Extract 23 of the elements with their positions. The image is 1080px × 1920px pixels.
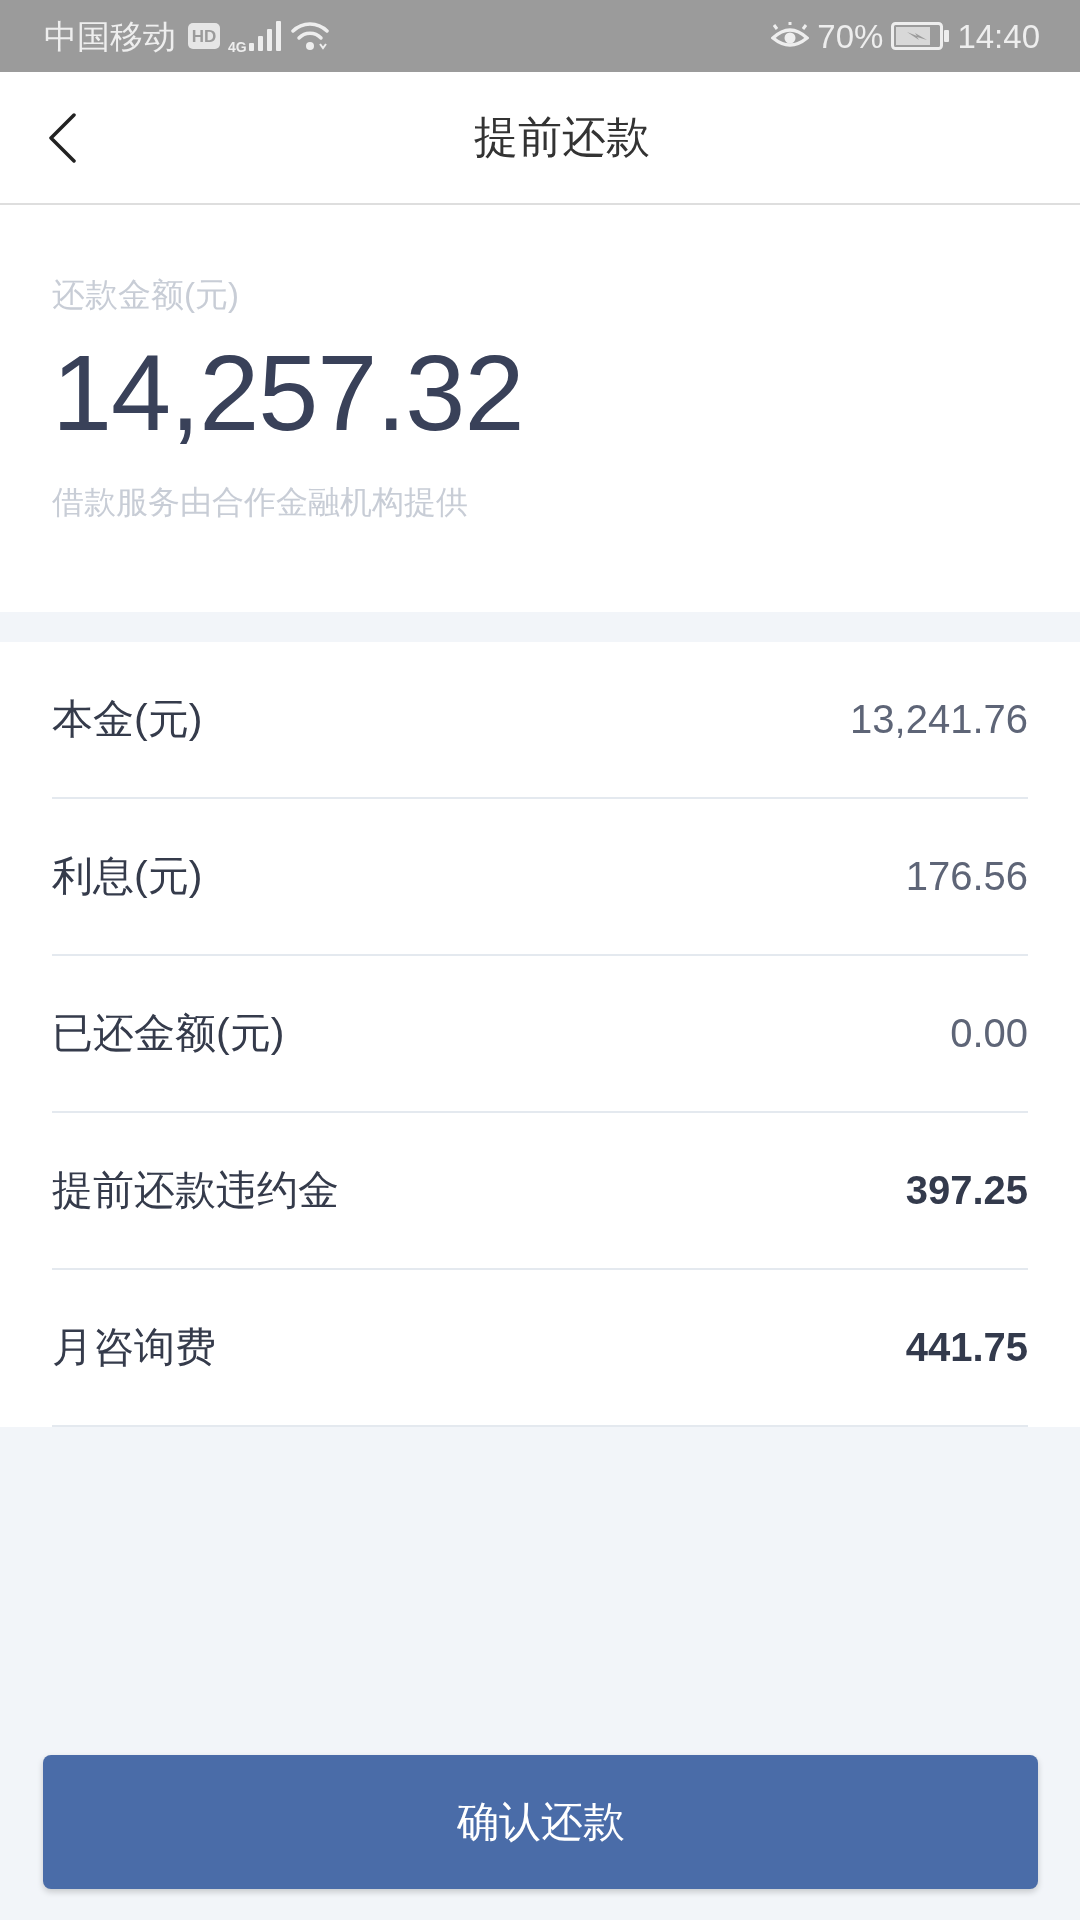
confirm-repayment-button[interactable]: 确认还款 xyxy=(43,1755,1038,1889)
detail-value: 441.75 xyxy=(905,1325,1028,1370)
carrier-name: 中国移动 xyxy=(44,19,176,53)
detail-value: 176.56 xyxy=(905,854,1028,899)
network-type: 4G xyxy=(228,40,247,54)
detail-label: 利息(元) xyxy=(52,852,203,901)
back-chevron-icon xyxy=(48,112,76,163)
battery-charging-icon xyxy=(891,22,950,50)
detail-label: 已还金额(元) xyxy=(52,1009,285,1058)
clock-time: 14:40 xyxy=(957,19,1040,53)
wifi-icon xyxy=(290,20,329,52)
detail-value: 397.25 xyxy=(905,1168,1028,1213)
detail-value: 0.00 xyxy=(950,1011,1028,1056)
signal-bars-icon xyxy=(248,21,283,51)
detail-label: 月咨询费 xyxy=(52,1323,216,1372)
detail-label: 本金(元) xyxy=(52,695,203,744)
detail-label: 提前还款违约金 xyxy=(52,1166,339,1215)
eye-icon xyxy=(771,22,810,50)
detail-value: 13,241.76 xyxy=(850,697,1028,742)
hd-badge: HD xyxy=(188,23,220,49)
amount-value: 14,257.32 xyxy=(52,338,524,447)
battery-percent: 70% xyxy=(817,19,884,53)
page-title: 提前还款 xyxy=(474,111,650,163)
